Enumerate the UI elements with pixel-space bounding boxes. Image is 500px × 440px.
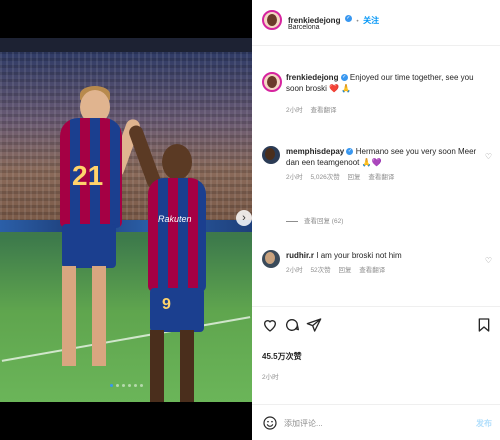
sponsor-logo-text: Rakuten	[158, 214, 192, 224]
caption-username[interactable]: frenkiedejong	[286, 73, 338, 82]
carousel-dot	[115, 384, 119, 387]
comment-bubble-icon[interactable]	[284, 317, 300, 333]
comment-time[interactable]: 2小时	[286, 267, 303, 274]
carousel-dots	[0, 384, 252, 387]
header-separator: •	[356, 18, 359, 25]
post-sidebar: frenkiedejong ✓ • 关注 Barcelona frenkiede…	[252, 0, 500, 440]
carousel-dot	[133, 384, 137, 387]
carousel-dot	[121, 384, 125, 387]
comment-username[interactable]: rudhir.r	[286, 251, 314, 260]
view-replies-button[interactable]: 查看回复 (62)	[286, 215, 343, 225]
location-link[interactable]: Barcelona	[288, 24, 320, 31]
post-comment-button[interactable]: 发布	[476, 418, 492, 429]
chevron-right-icon: ›	[242, 212, 246, 224]
post-time: 2小时	[262, 374, 279, 381]
carousel-dot	[139, 384, 143, 387]
comment-username[interactable]: memphisdepay	[286, 147, 344, 156]
view-replies-label: 查看回复 (62)	[304, 218, 344, 225]
player-1-number: 21	[72, 160, 104, 191]
caption-translate-link[interactable]: 查看翻译	[310, 107, 336, 114]
comment-likes[interactable]: 52次赞	[310, 267, 330, 274]
post-media-panel: 21 9 Rakuten ›	[0, 0, 252, 440]
caption-time[interactable]: 2小时	[286, 107, 303, 114]
reply-link[interactable]: 回复	[338, 267, 351, 274]
action-icons-row	[262, 317, 492, 335]
save-bookmark-icon[interactable]	[476, 317, 492, 333]
comment-likes[interactable]: 5,026次赞	[310, 174, 339, 181]
share-paper-plane-icon[interactable]	[306, 317, 322, 333]
post-header: frenkiedejong ✓ • 关注 Barcelona	[252, 0, 500, 46]
post-photo[interactable]: 21 9 Rakuten	[0, 38, 252, 402]
avatar[interactable]	[262, 250, 280, 268]
player-2-head	[162, 144, 192, 180]
player-2-jersey	[148, 178, 206, 292]
comment-text: I am your broski not him	[316, 251, 402, 260]
likes-count[interactable]: 45.5万次赞	[262, 351, 302, 362]
post-actions: 45.5万次赞 2小时	[252, 306, 500, 396]
comment-like-heart-icon[interactable]: ♡	[485, 256, 492, 265]
carousel-dot	[127, 384, 131, 387]
comment-like-heart-icon[interactable]: ♡	[485, 152, 492, 161]
comment-input[interactable]	[284, 414, 454, 432]
translate-link[interactable]: 查看翻译	[359, 267, 385, 274]
follow-button[interactable]: 关注	[363, 16, 379, 25]
player-2-legs	[150, 330, 200, 402]
pitch-line	[1, 316, 251, 362]
carousel-dot	[109, 384, 113, 387]
player-2-shorts	[150, 288, 204, 332]
comment-time[interactable]: 2小时	[286, 174, 303, 181]
like-heart-icon[interactable]	[262, 317, 278, 333]
player-2-number: 9	[162, 296, 171, 313]
avatar[interactable]	[262, 146, 280, 164]
carousel-next-button[interactable]: ›	[236, 210, 252, 226]
reply-line-divider	[286, 220, 298, 222]
translate-link[interactable]: 查看翻译	[368, 174, 394, 181]
avatar[interactable]	[262, 72, 282, 92]
add-comment-bar: 发布	[252, 404, 500, 440]
verified-badge-icon: ✓	[344, 15, 352, 23]
emoji-smiley-icon[interactable]	[262, 415, 278, 431]
verified-badge-icon: ✓	[346, 148, 354, 156]
reply-link[interactable]: 回复	[348, 174, 361, 181]
verified-badge-icon: ✓	[340, 74, 348, 82]
player-1-legs	[62, 266, 112, 366]
ad-board	[0, 220, 252, 232]
avatar[interactable]	[262, 10, 282, 30]
player-1-shorts	[62, 224, 116, 268]
